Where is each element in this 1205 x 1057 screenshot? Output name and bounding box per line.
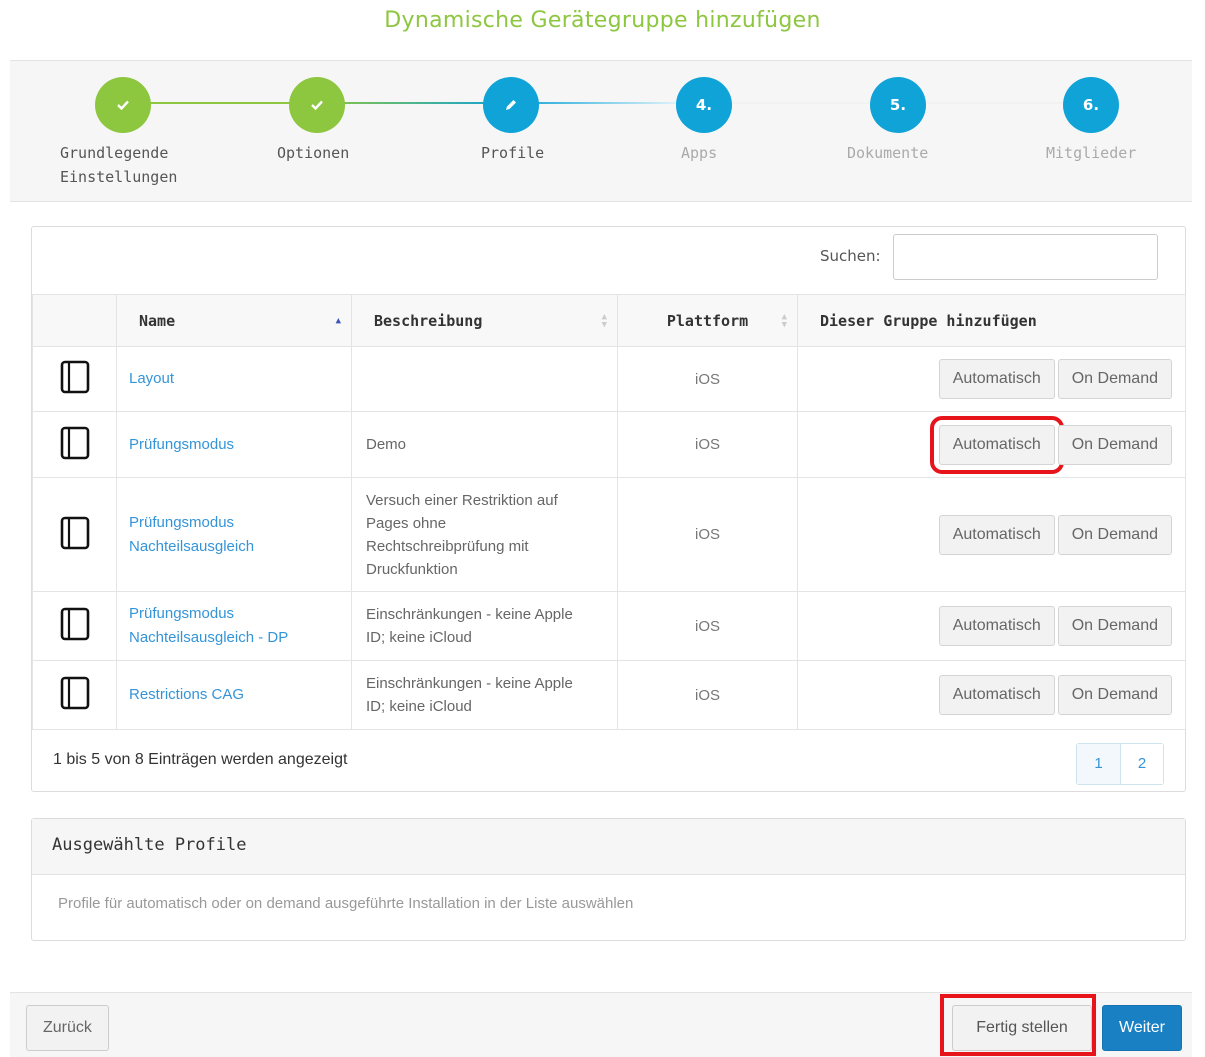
profile-platform: iOS <box>617 591 798 661</box>
automatisch-button[interactable]: Automatisch <box>938 606 1055 646</box>
table-row: Prüfungsmodus Demo iOS Automatisch On Dem… <box>32 411 1186 478</box>
next-button[interactable]: Weiter <box>1102 1005 1182 1051</box>
profile-description: Demo <box>351 411 618 478</box>
row-actions: Automatisch On Demand <box>797 411 1186 478</box>
tablet-icon <box>32 346 117 412</box>
check-icon <box>289 77 345 133</box>
row-actions: Automatisch On Demand <box>797 660 1186 730</box>
selected-profiles-panel: Ausgewählte Profile Profile für automati… <box>31 818 1186 941</box>
automatisch-button[interactable]: Automatisch <box>938 675 1055 715</box>
step-number: 5. <box>870 77 926 133</box>
search-row: Suchen: <box>32 227 1185 295</box>
table-row: Restrictions CAG Einschränkungen - keine… <box>32 660 1186 730</box>
step-number: 6. <box>1063 77 1119 133</box>
sort-asc-icon: ▲ <box>335 315 341 326</box>
profile-description: Versuch einer Restriktion auf Pages ohne R… <box>351 477 618 592</box>
profile-description <box>351 346 618 412</box>
profile-platform: iOS <box>617 660 798 730</box>
row-actions: Automatisch On Demand <box>797 346 1186 412</box>
wizard-step-label: Dokumente <box>847 144 929 162</box>
table-info: 1 bis 5 von 8 Einträgen werden angezeigt <box>53 751 348 768</box>
profiles-table: Name ▲ Beschreibung ▲ ▼ Plattform ▲ ▼ Dieser … <box>32 294 1186 730</box>
on-demand-button[interactable]: On Demand <box>1057 359 1172 399</box>
page-button-2[interactable]: 2 <box>1120 744 1163 784</box>
profile-name-link[interactable]: Prüfungsmodus Nachteilsausgleich - DP <box>116 591 352 661</box>
tablet-icon <box>32 591 117 661</box>
search-input[interactable] <box>893 234 1158 280</box>
column-header-name[interactable]: Name ▲ <box>116 294 352 347</box>
page-button-1[interactable]: 1 <box>1077 744 1120 784</box>
on-demand-button[interactable]: On Demand <box>1057 675 1172 715</box>
search-label: Suchen: <box>820 247 881 265</box>
selected-profiles-hint: Profile für automatisch oder on demand a… <box>58 895 634 912</box>
page-title: Dynamische Gerätegruppe hinzufügen <box>384 8 821 33</box>
wizard-connector <box>316 102 510 104</box>
pagination: 1 2 <box>1076 743 1164 785</box>
tablet-icon <box>32 660 117 730</box>
on-demand-button[interactable]: On Demand <box>1057 514 1172 555</box>
table-row: Layout iOS Automatisch On Demand <box>32 346 1186 412</box>
sort-icon: ▲ ▼ <box>781 311 787 330</box>
profile-description: Einschränkungen - keine Apple ID; keine i… <box>351 591 618 661</box>
wizard-step-label: Mitglieder <box>1046 144 1137 162</box>
table-row: Prüfungsmodus Nachteilsausgleich - DP Ein… <box>32 591 1186 661</box>
wizard-step-label: Apps <box>681 144 718 162</box>
profile-name-link[interactable]: Restrictions CAG <box>116 660 352 730</box>
profile-platform: iOS <box>617 477 798 592</box>
tablet-icon <box>32 411 117 478</box>
column-header-description[interactable]: Beschreibung ▲ ▼ <box>351 294 618 347</box>
tablet-icon <box>32 477 117 592</box>
table-row: Prüfungsmodus Nachteilsausgleich Versuch … <box>32 477 1186 592</box>
automatisch-button[interactable]: Automatisch <box>938 514 1055 555</box>
sort-icon: ▲ ▼ <box>601 311 607 330</box>
profile-platform: iOS <box>617 346 798 412</box>
wizard-step-label: Optionen <box>277 144 350 162</box>
profile-platform: iOS <box>617 411 798 478</box>
row-actions: Automatisch On Demand <box>797 591 1186 661</box>
profile-name-link[interactable]: Prüfungsmodus Nachteilsausgleich <box>116 477 352 592</box>
automatisch-button[interactable]: Automatisch <box>929 415 1064 474</box>
wizard-footer: Zurück Fertig stellen Weiter <box>10 992 1192 1057</box>
finish-button[interactable]: Fertig stellen <box>952 1005 1092 1051</box>
step-number: 4. <box>676 77 732 133</box>
table-footer: 1 bis 5 von 8 Einträgen werden angezeigt… <box>32 727 1185 791</box>
wizard-step-label: Grundlegende Einstellungen <box>60 144 178 186</box>
profile-description: Einschränkungen - keine Apple ID; keine i… <box>351 660 618 730</box>
wizard-steps: Grundlegende Einstellungen Optionen Prof… <box>10 60 1192 202</box>
wizard-connector <box>122 102 316 104</box>
pencil-icon <box>483 77 539 133</box>
wizard-connector <box>704 102 898 104</box>
automatisch-button[interactable]: Automatisch <box>938 359 1055 399</box>
check-icon <box>95 77 151 133</box>
column-header-icon <box>32 294 117 347</box>
row-actions: Automatisch On Demand <box>797 477 1186 592</box>
profiles-table-panel: Suchen: Name ▲ Beschreibung ▲ ▼ Plattform ▲ ▼… <box>31 226 1186 792</box>
profile-name-link[interactable]: Layout <box>116 346 352 412</box>
wizard-connector <box>510 102 704 104</box>
on-demand-button[interactable]: On Demand <box>1057 606 1172 646</box>
profile-name-link[interactable]: Prüfungsmodus <box>116 411 352 478</box>
column-header-platform[interactable]: Plattform ▲ ▼ <box>617 294 798 347</box>
wizard-step-label: Profile <box>481 144 545 162</box>
table-header-row: Name ▲ Beschreibung ▲ ▼ Plattform ▲ ▼ Dieser … <box>32 294 1186 347</box>
on-demand-button[interactable]: On Demand <box>1057 424 1172 465</box>
column-header-add: Dieser Gruppe hinzufügen <box>797 294 1186 347</box>
back-button[interactable]: Zurück <box>26 1005 109 1051</box>
selected-profiles-title: Ausgewählte Profile <box>32 819 1185 875</box>
